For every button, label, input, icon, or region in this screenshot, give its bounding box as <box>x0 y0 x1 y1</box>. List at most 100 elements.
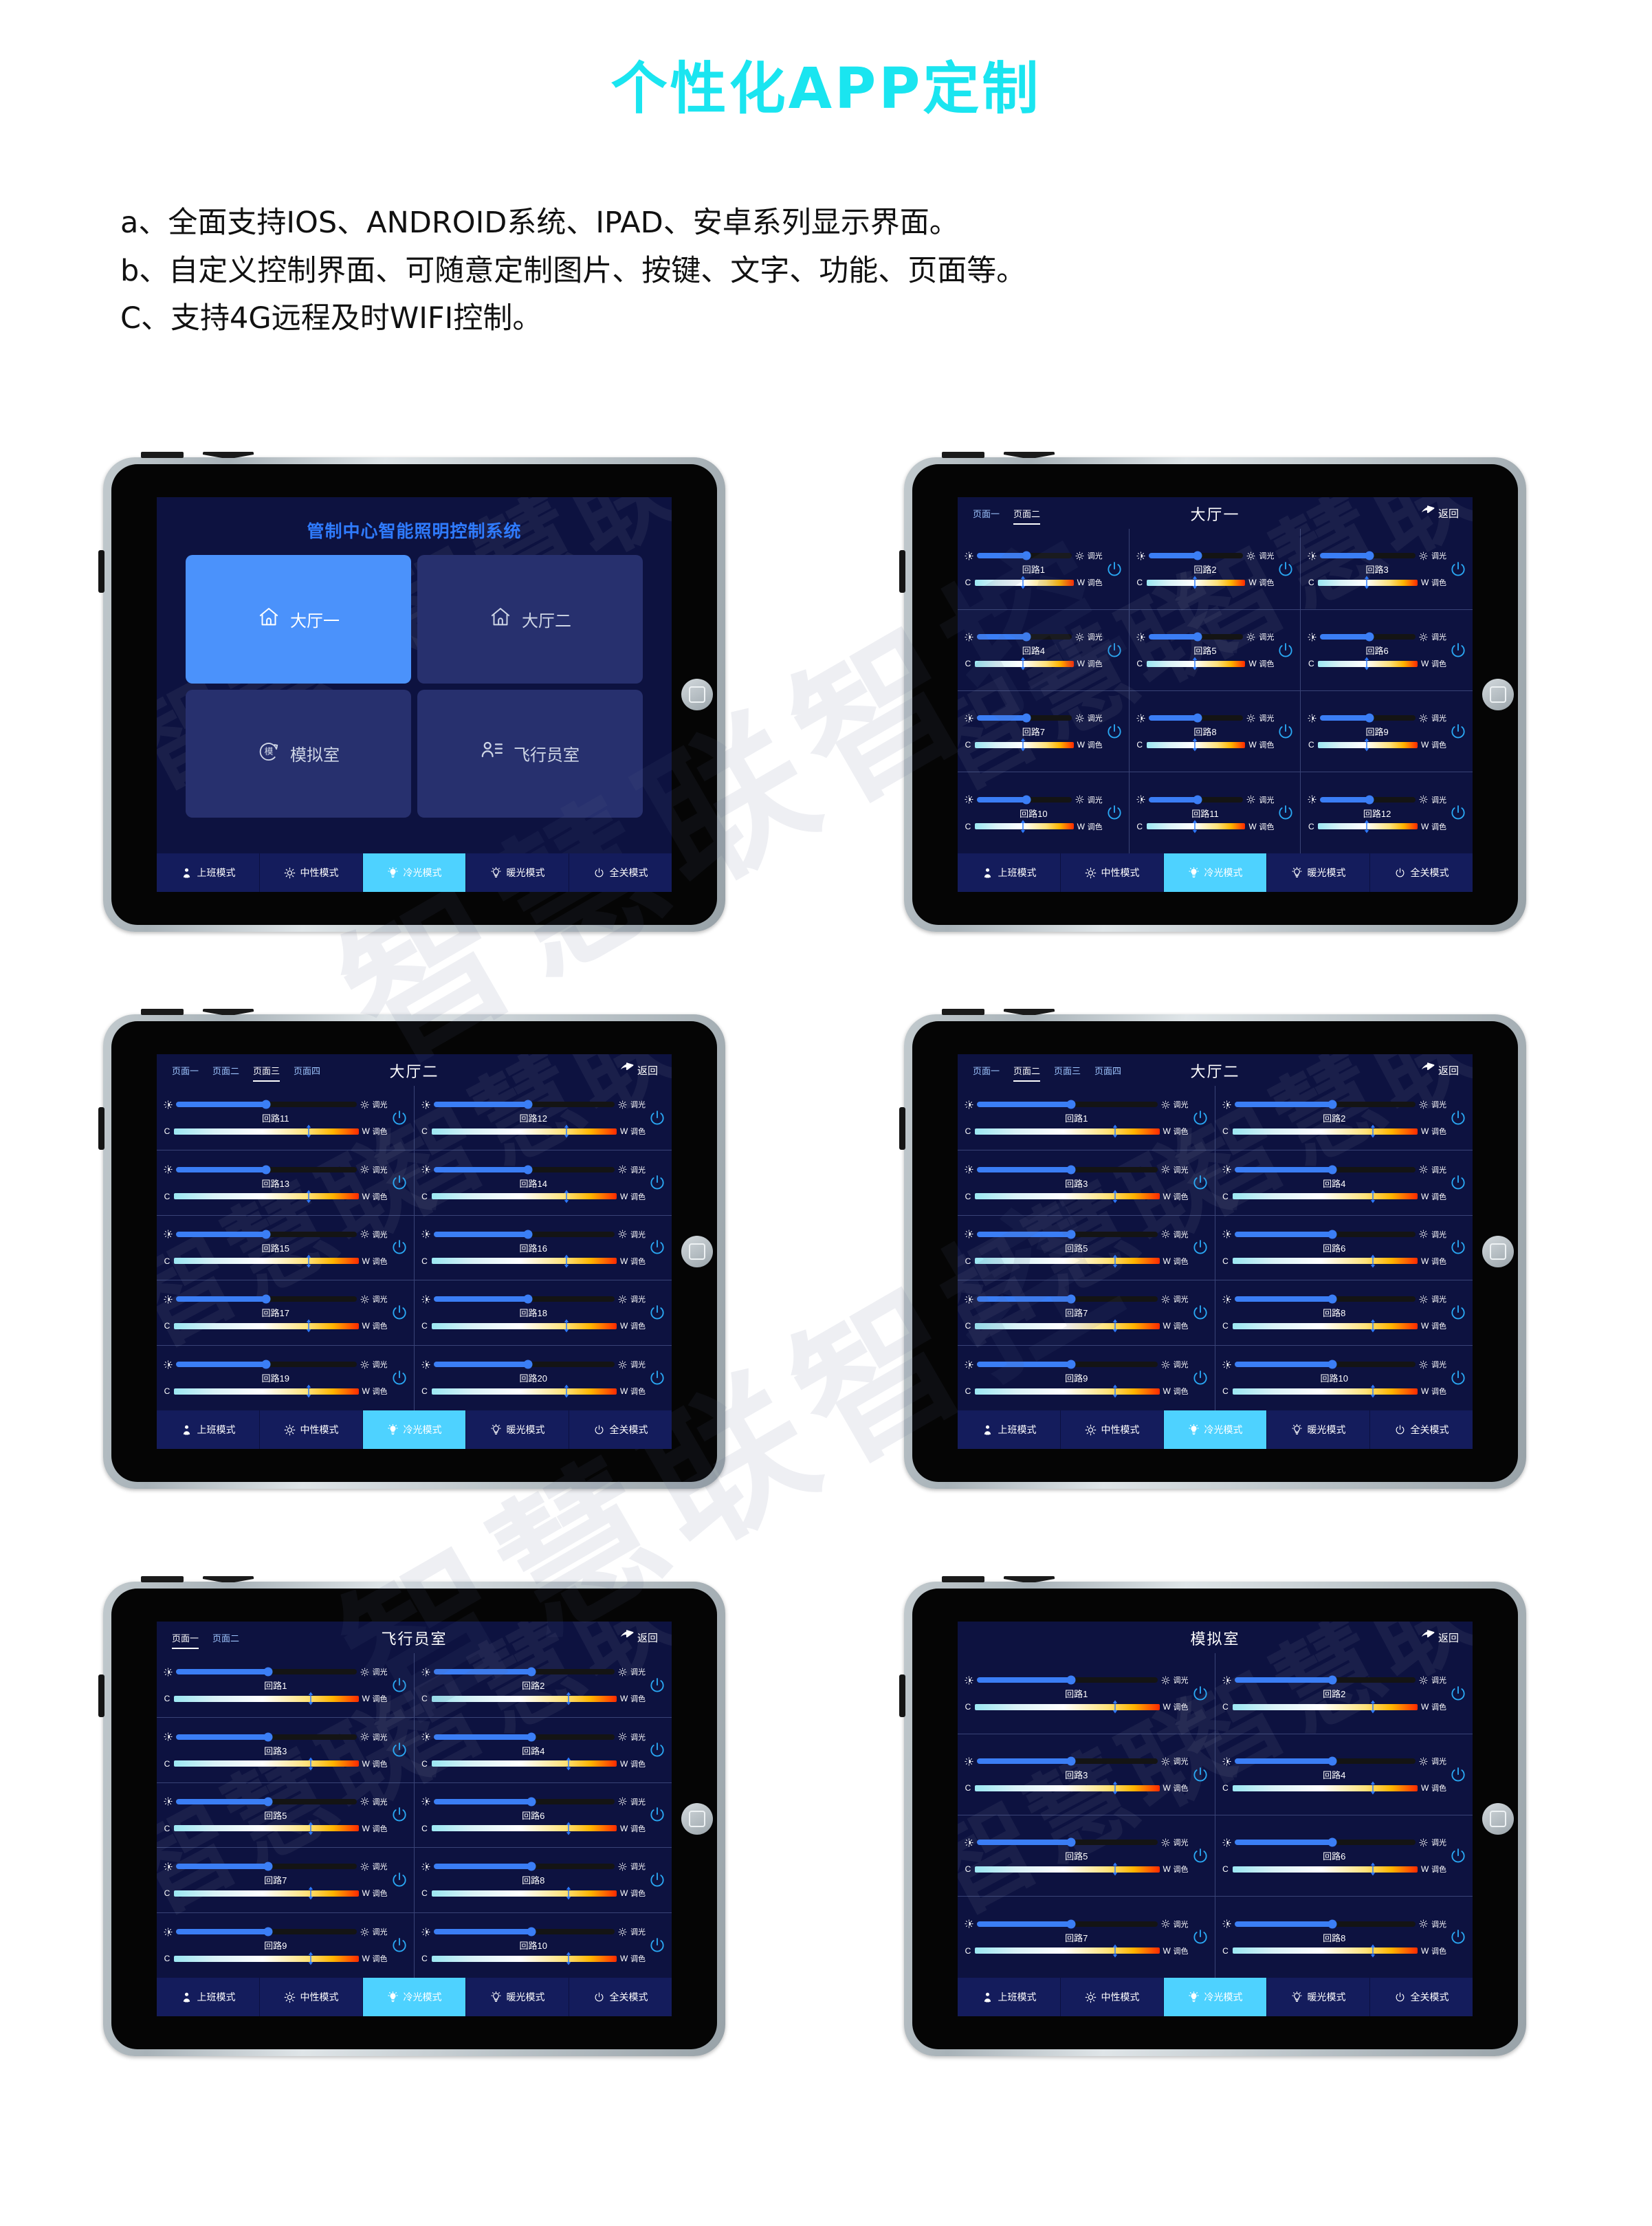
power-toggle-button[interactable] <box>1105 804 1123 822</box>
color-temp-knob[interactable] <box>1370 1124 1376 1138</box>
brightness-slider[interactable] <box>1148 795 1244 804</box>
brightness-knob[interactable] <box>261 1165 271 1175</box>
color-temp-knob[interactable] <box>564 1384 570 1398</box>
mode-button-5[interactable]: 全关模式 <box>569 1410 672 1449</box>
color-temp-knob[interactable] <box>1370 1254 1376 1268</box>
brightness-slider[interactable] <box>433 1100 615 1109</box>
color-temp-slider[interactable] <box>431 1384 617 1398</box>
color-temp-knob[interactable] <box>1020 738 1026 752</box>
brightness-slider[interactable] <box>977 1756 1158 1766</box>
brightness-knob[interactable] <box>1328 1675 1337 1685</box>
power-toggle-button[interactable] <box>1105 723 1123 741</box>
color-temp-knob[interactable] <box>564 1190 570 1203</box>
mode-button-2[interactable]: 中性模式 <box>260 1978 363 2016</box>
color-temp-knob[interactable] <box>1112 1700 1119 1714</box>
power-toggle-button[interactable] <box>648 1304 666 1322</box>
color-temp-knob[interactable] <box>1020 657 1026 670</box>
color-temp-knob[interactable] <box>1020 576 1026 589</box>
brightness-slider[interactable] <box>977 795 1072 804</box>
color-temp-slider[interactable] <box>174 1384 359 1398</box>
color-temp-slider[interactable] <box>1232 1319 1418 1333</box>
brightness-slider[interactable] <box>1320 795 1416 804</box>
color-temp-slider[interactable] <box>431 1254 617 1268</box>
power-toggle-button[interactable] <box>1449 1369 1467 1387</box>
brightness-slider[interactable] <box>1320 632 1416 642</box>
brightness-slider[interactable] <box>977 1165 1158 1175</box>
color-temp-slider[interactable] <box>975 1700 1160 1714</box>
brightness-slider[interactable] <box>977 1294 1158 1304</box>
brightness-knob[interactable] <box>1328 1230 1337 1239</box>
mode-button-4[interactable]: 暖光模式 <box>466 1978 569 2016</box>
power-toggle-button[interactable] <box>390 1304 408 1322</box>
brightness-knob[interactable] <box>1022 795 1031 804</box>
back-button[interactable]: 返回 <box>1421 1062 1459 1078</box>
mode-button-1[interactable]: 上班模式 <box>157 1410 260 1449</box>
mode-button-1[interactable]: 上班模式 <box>958 1978 1061 2016</box>
color-temp-slider[interactable] <box>975 1384 1160 1398</box>
brightness-slider[interactable] <box>433 1732 615 1742</box>
brightness-knob[interactable] <box>523 1294 533 1304</box>
brightness-slider[interactable] <box>1234 1919 1416 1928</box>
brightness-knob[interactable] <box>1328 1756 1337 1766</box>
home-button[interactable] <box>681 679 713 710</box>
brightness-slider[interactable] <box>1234 1837 1416 1847</box>
color-temp-knob[interactable] <box>1192 820 1198 833</box>
brightness-knob[interactable] <box>263 1927 273 1936</box>
brightness-knob[interactable] <box>1022 632 1031 642</box>
color-temp-slider[interactable] <box>1232 1124 1418 1138</box>
brightness-slider[interactable] <box>176 1230 357 1239</box>
brightness-knob[interactable] <box>527 1862 536 1871</box>
power-toggle-button[interactable] <box>1449 723 1467 741</box>
brightness-knob[interactable] <box>1066 1294 1075 1304</box>
brightness-knob[interactable] <box>261 1360 271 1369</box>
color-temp-knob[interactable] <box>1112 1384 1119 1398</box>
mode-button-3[interactable]: 冷光模式 <box>363 1978 466 2016</box>
brightness-slider[interactable] <box>176 1797 357 1807</box>
brightness-knob[interactable] <box>263 1862 273 1871</box>
color-temp-knob[interactable] <box>1364 820 1370 833</box>
brightness-slider[interactable] <box>1320 551 1416 560</box>
color-temp-slider[interactable] <box>174 1124 359 1138</box>
room-tile-2[interactable]: 大厅二 <box>417 555 643 684</box>
brightness-slider[interactable] <box>977 1360 1158 1369</box>
color-temp-slider[interactable] <box>1318 657 1418 670</box>
power-toggle-button[interactable] <box>1191 1685 1209 1703</box>
brightness-slider[interactable] <box>176 1360 357 1369</box>
color-temp-knob[interactable] <box>307 1822 313 1835</box>
brightness-knob[interactable] <box>527 1927 536 1936</box>
room-tile-1[interactable]: 大厅一 <box>186 555 411 684</box>
side-button[interactable] <box>98 1107 104 1150</box>
brightness-knob[interactable] <box>1365 713 1374 723</box>
color-temp-slider[interactable] <box>1232 1700 1418 1714</box>
brightness-slider[interactable] <box>176 1667 357 1677</box>
mode-button-3[interactable]: 冷光模式 <box>1164 1978 1267 2016</box>
color-temp-knob[interactable] <box>565 1952 571 1965</box>
color-temp-slider[interactable] <box>431 1757 617 1771</box>
power-toggle-button[interactable] <box>648 1936 666 1954</box>
brightness-knob[interactable] <box>1193 713 1202 723</box>
brightness-slider[interactable] <box>433 1294 615 1304</box>
brightness-knob[interactable] <box>1066 1919 1075 1928</box>
brightness-knob[interactable] <box>1193 632 1202 642</box>
power-toggle-button[interactable] <box>390 1741 408 1759</box>
power-toggle-button[interactable] <box>390 1806 408 1824</box>
power-toggle-button[interactable] <box>1449 1239 1467 1256</box>
color-temp-slider[interactable] <box>174 1886 359 1900</box>
color-temp-knob[interactable] <box>1112 1254 1119 1268</box>
brightness-knob[interactable] <box>1022 713 1031 723</box>
color-temp-knob[interactable] <box>1370 1384 1376 1398</box>
color-temp-knob[interactable] <box>1364 738 1370 752</box>
side-button[interactable] <box>98 1674 104 1717</box>
color-temp-slider[interactable] <box>1146 738 1246 752</box>
color-temp-slider[interactable] <box>431 1190 617 1203</box>
color-temp-slider[interactable] <box>431 1886 617 1900</box>
color-temp-knob[interactable] <box>1112 1944 1119 1957</box>
mode-button-4[interactable]: 暖光模式 <box>466 853 569 892</box>
color-temp-knob[interactable] <box>1370 1319 1376 1333</box>
brightness-knob[interactable] <box>1066 1165 1075 1175</box>
power-toggle-button[interactable] <box>390 1239 408 1256</box>
color-temp-slider[interactable] <box>1146 576 1246 589</box>
brightness-slider[interactable] <box>433 1797 615 1807</box>
brightness-slider[interactable] <box>1234 1360 1416 1369</box>
brightness-slider[interactable] <box>1148 551 1244 560</box>
